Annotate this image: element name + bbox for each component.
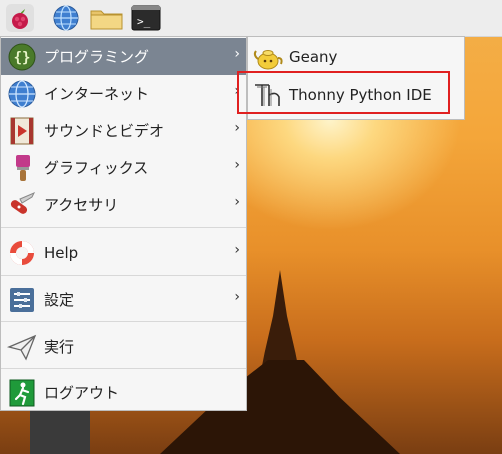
highlight-box xyxy=(237,71,450,114)
pagoda-silhouette-left xyxy=(30,405,90,454)
menu-item-run[interactable]: 実行 xyxy=(1,328,246,365)
chevron-right-icon: › xyxy=(234,157,240,173)
braces-icon: {} xyxy=(8,43,36,70)
menu-item-internet[interactable]: インターネット › xyxy=(1,75,246,112)
menu-item-label: インターネット xyxy=(44,85,150,103)
menu-separator xyxy=(1,321,246,322)
paintbrush-icon xyxy=(16,154,30,181)
menu-item-label: プログラミング xyxy=(44,48,150,66)
raspberry-menu-button[interactable] xyxy=(6,4,34,32)
chevron-right-icon: › xyxy=(234,194,240,210)
submenu-item-label: Geany xyxy=(289,48,338,66)
chevron-right-icon: › xyxy=(234,46,240,62)
menu-separator xyxy=(1,275,246,276)
lifebuoy-icon xyxy=(10,240,34,265)
applications-menu: {} プログラミング › インターネット › サウンドとビデオ › グラフィック… xyxy=(0,36,247,411)
menu-item-label: グラフィックス xyxy=(44,159,149,177)
menu-item-label: サウンドとビデオ xyxy=(44,122,165,140)
menu-item-label: アクセサリ xyxy=(44,196,119,214)
menu-item-help[interactable]: Help › xyxy=(1,234,246,271)
menu-item-label: 設定 xyxy=(44,291,75,309)
menu-item-label: 実行 xyxy=(44,338,75,356)
menu-item-sound-video[interactable]: サウンドとビデオ › xyxy=(1,112,246,149)
menu-item-accessories[interactable]: アクセサリ › xyxy=(1,186,246,223)
menu-item-label: Help xyxy=(44,243,79,262)
menu-separator xyxy=(1,227,246,228)
chevron-right-icon: › xyxy=(234,242,240,258)
folder-icon xyxy=(90,10,123,30)
submenu-item-geany[interactable]: Geany xyxy=(248,39,464,75)
file-manager-button[interactable] xyxy=(89,4,123,32)
globe-icon xyxy=(53,5,79,31)
terminal-button[interactable]: >_ xyxy=(131,4,161,32)
chevron-right-icon: › xyxy=(234,289,240,305)
chevron-right-icon: › xyxy=(234,120,240,136)
film-icon xyxy=(10,117,34,144)
menu-item-programming[interactable]: {} プログラミング › xyxy=(1,38,246,75)
menu-item-logout[interactable]: ログアウト xyxy=(1,374,246,411)
sliders-icon xyxy=(10,287,34,312)
web-browser-button[interactable] xyxy=(52,4,80,32)
taskbar: >_ xyxy=(0,0,502,37)
exit-icon xyxy=(9,379,35,406)
globe-icon xyxy=(8,79,36,108)
menu-item-graphics[interactable]: グラフィックス › xyxy=(1,149,246,186)
pocketknife-icon xyxy=(10,191,36,214)
svg-text:{}: {} xyxy=(14,50,31,66)
menu-item-label: ログアウト xyxy=(44,384,120,402)
menu-item-settings[interactable]: 設定 › xyxy=(1,281,246,318)
paperplane-icon xyxy=(6,334,37,361)
terminal-icon: >_ xyxy=(131,5,161,31)
svg-text:>_: >_ xyxy=(137,15,151,28)
menu-separator xyxy=(1,368,246,369)
raspberry-icon xyxy=(12,9,28,29)
teapot-icon xyxy=(253,50,283,70)
